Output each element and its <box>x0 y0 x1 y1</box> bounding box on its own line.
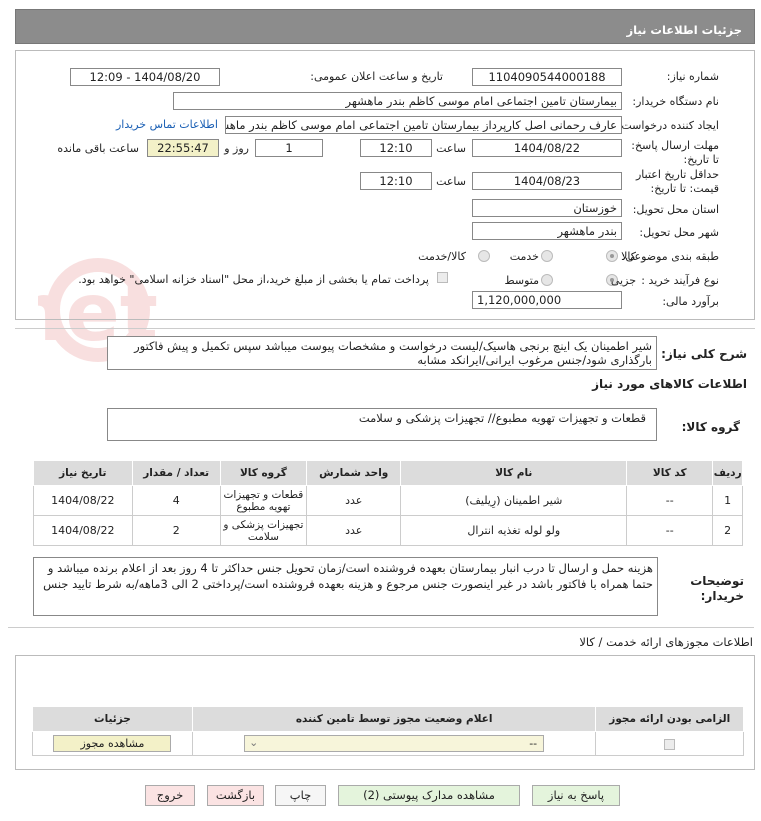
description-text: شیر اطمینان یک اینچ برنجی هاسیک/لیست درخ… <box>107 336 657 370</box>
cell: ولو لوله تغذیه انترال <box>400 515 628 546</box>
contact-buyer-link[interactable]: اطلاعات تماس خریدار <box>116 118 218 131</box>
cell: عدد <box>305 515 402 546</box>
permits-table-header: الزامی بودن ارائه مجوز اعلام وضعیت مجوز … <box>32 706 744 732</box>
budget-label: برآورد مالی: <box>662 295 719 308</box>
process-minor-label: جزیی <box>610 274 636 287</box>
process-label: نوع فرآیند خرید : <box>641 274 719 287</box>
category-goods-radio[interactable] <box>606 250 618 262</box>
col-row: ردیف <box>712 460 743 486</box>
divider <box>8 627 754 628</box>
process-medium-label: متوسط <box>504 274 539 287</box>
announce-label: تاریخ و ساعت اعلان عمومی: <box>310 70 443 83</box>
budget-field: 1,120,000,000 <box>472 291 622 309</box>
buyer-label: نام دستگاه خریدار: <box>632 95 719 108</box>
table-row: 1 -- شیر اطمینان (رِیلیف) عدد قطعات و تج… <box>33 485 743 516</box>
remaining-time-field: 22:55:47 <box>147 139 219 157</box>
cell: مشاهده مجوز <box>32 731 193 756</box>
exit-button[interactable]: خروج <box>145 785 195 806</box>
chevron-down-icon: ⌄ <box>249 736 259 749</box>
cell: -- <box>626 485 714 516</box>
need-number-field: 1104090544000188 <box>472 68 622 86</box>
reply-button[interactable]: پاسخ به نیاز <box>532 785 620 806</box>
category-both-label: کالا/خدمت <box>418 250 466 263</box>
announce-field: 1404/08/20 - 12:09 <box>70 68 220 86</box>
deadline-time-label: ساعت <box>436 142 466 155</box>
goods-group-field: قطعات و تجهیزات تهویه مطبوع// تجهیزات پز… <box>107 408 657 441</box>
treasury-checkbox[interactable] <box>437 272 448 283</box>
city-label: شهر محل تحویل: <box>639 226 719 239</box>
permits-title: اطلاعات مجوزهای ارائه خدمت / کالا <box>579 635 753 649</box>
status-select-value: -- <box>529 737 538 750</box>
category-service-radio[interactable] <box>541 250 553 262</box>
need-number-label: شماره نیاز: <box>666 70 719 83</box>
required-checkbox <box>664 738 676 750</box>
goods-table-header: ردیف کد کالا نام کالا واحد شمارش گروه کا… <box>33 460 743 486</box>
table-row: ⌄ -- مشاهده مجوز <box>32 731 744 756</box>
cell: 1 <box>712 485 743 516</box>
deadline-label: مهلت ارسال پاسخ: تا تاریخ: <box>631 139 719 166</box>
cell: قطعات و تجهیزات تهویه مطبوع <box>219 485 308 516</box>
cell: 1404/08/22 <box>33 485 133 516</box>
goods-section-title: اطلاعات کالاهای مورد نیاز <box>592 377 747 391</box>
buyer-notes-text: هزینه حمل و ارسال تا درب انبار بیمارستان… <box>33 557 658 616</box>
divider <box>15 328 755 329</box>
col-details: جزئیات <box>32 706 193 732</box>
category-service-label: خدمت <box>509 250 539 263</box>
cell: عدد <box>305 485 402 516</box>
category-label: طبقه بندی موضوعی: <box>621 250 719 263</box>
cell: 1404/08/22 <box>33 515 133 546</box>
cell: شیر اطمینان (رِیلیف) <box>400 485 628 516</box>
validity-time-field: 12:10 <box>360 172 432 190</box>
col-qty: تعداد / مقدار <box>131 460 221 486</box>
goods-group-label: گروه کالا: <box>681 420 740 434</box>
cell <box>595 731 744 756</box>
days-label: روز و <box>224 142 249 155</box>
cell: 4 <box>131 485 221 516</box>
process-medium-radio[interactable] <box>541 274 553 286</box>
print-button[interactable]: چاپ <box>275 785 326 806</box>
city-field: بندر ماهشهر <box>472 222 622 240</box>
permits-table: الزامی بودن ارائه مجوز اعلام وضعیت مجوز … <box>32 706 744 756</box>
buyer-notes-label: توضیحات خریدار: <box>690 574 744 603</box>
validity-time-label: ساعت <box>436 175 466 188</box>
page-title: جزئیات اطلاعات نیاز <box>626 23 742 37</box>
col-code: کد کالا <box>626 460 714 486</box>
back-button[interactable]: بازگشت <box>207 785 264 806</box>
province-label: استان محل تحویل: <box>632 203 719 216</box>
cell: 2 <box>131 515 221 546</box>
col-group: گروه کالا <box>219 460 308 486</box>
province-field: خوزستان <box>472 199 622 217</box>
col-unit: واحد شمارش <box>305 460 402 486</box>
deadline-time-field: 12:10 <box>360 139 432 157</box>
remaining-label: ساعت باقی مانده <box>57 142 139 155</box>
validity-date-field: 1404/08/23 <box>472 172 622 190</box>
creator-label: ایجاد کننده درخواست: <box>617 119 719 132</box>
validity-label: حداقل تاریخ اعتبار قیمت: تا تاریخ: <box>635 168 719 195</box>
view-documents-button[interactable]: مشاهده مدارک پیوستی (2) <box>338 785 520 806</box>
table-row: 2 -- ولو لوله تغذیه انترال عدد تجهیزات پ… <box>33 515 743 546</box>
creator-field: عارف رحمانی اصل کارپرداز بیمارستان تامین… <box>225 116 622 134</box>
col-date: تاریخ نیاز <box>33 460 133 486</box>
goods-table: ردیف کد کالا نام کالا واحد شمارش گروه کا… <box>33 460 743 546</box>
status-select[interactable]: ⌄ -- <box>244 735 545 752</box>
treasury-note: پرداخت تمام یا بخشی از مبلغ خرید،از محل … <box>78 273 429 286</box>
cell: تجهیزات پزشکی و سلامت <box>219 515 308 546</box>
category-both-radio[interactable] <box>478 250 490 262</box>
col-status: اعلام وضعیت مجوز توسط تامین کننده <box>191 706 597 732</box>
view-permit-button[interactable]: مشاهده مجوز <box>53 735 172 752</box>
col-required: الزامی بودن ارائه مجوز <box>595 706 744 732</box>
buyer-field: بیمارستان تامین اجتماعی امام موسی کاظم ب… <box>173 92 622 110</box>
cell: ⌄ -- <box>191 731 597 756</box>
cell: 2 <box>712 515 743 546</box>
col-name: نام کالا <box>400 460 628 486</box>
description-label: شرح کلی نیاز: <box>661 347 747 361</box>
days-field: 1 <box>255 139 323 157</box>
deadline-date-field: 1404/08/22 <box>472 139 622 157</box>
category-goods-label: کالا <box>621 250 636 263</box>
page-header: جزئیات اطلاعات نیاز <box>15 9 755 44</box>
cell: -- <box>626 515 714 546</box>
